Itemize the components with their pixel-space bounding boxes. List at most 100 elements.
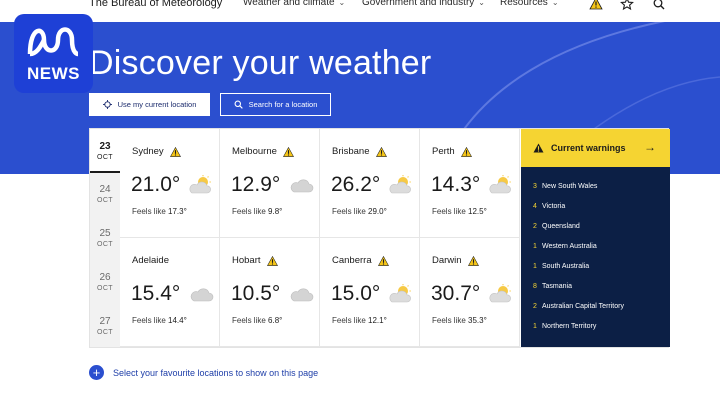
- warning-item[interactable]: 2 Queensland: [533, 223, 580, 230]
- temperature: 30.7°: [431, 282, 481, 305]
- chevron-down-icon: ⌄: [551, 0, 559, 7]
- warning-count: 1: [533, 243, 537, 250]
- warning-item[interactable]: 2 Australian Capital Territory: [533, 303, 624, 310]
- select-favourites-label: Select your favourite locations to show …: [113, 367, 319, 378]
- date-tab[interactable]: 26 OCT: [90, 272, 120, 292]
- warning-item[interactable]: 3 New South Wales: [533, 183, 597, 190]
- city-name-text: Sydney: [132, 146, 164, 157]
- date-tab-active[interactable]: 23 OCT: [90, 129, 120, 173]
- feels-like: Feels like 12.5°: [432, 207, 487, 216]
- feels-like-value: 9.8°: [268, 207, 283, 216]
- date-tab[interactable]: 27 OCT: [90, 316, 120, 336]
- city-name-text: Darwin: [432, 255, 462, 266]
- current-warnings-button[interactable]: Current warnings →: [521, 129, 670, 167]
- nav-weather-and-climate[interactable]: Weather and climate ⌄: [243, 0, 345, 8]
- star-icon[interactable]: [620, 0, 634, 11]
- warning-icon: [169, 146, 181, 157]
- search-location-label: Search for a location: [248, 100, 318, 109]
- select-favourites-link[interactable]: + Select your favourite locations to sho…: [89, 365, 318, 380]
- feels-like-label: Feels like: [432, 316, 466, 325]
- warning-count: 3: [533, 183, 537, 190]
- city-name: Hobart: [232, 255, 278, 266]
- search-location-button[interactable]: Search for a location: [220, 93, 331, 116]
- warning-icon[interactable]: [589, 0, 603, 11]
- feels-like-value: 12.5°: [468, 207, 487, 216]
- warning-item[interactable]: 1 Northern Territory: [533, 323, 596, 330]
- city-name-text: Brisbane: [332, 146, 370, 157]
- warning-count: 1: [533, 323, 537, 330]
- temperature: 15.0°: [331, 282, 381, 305]
- warning-item[interactable]: 8 Tasmania: [533, 283, 572, 290]
- feels-like: Feels like 9.8°: [232, 207, 282, 216]
- feels-like-label: Feels like: [432, 207, 466, 216]
- warning-count: 4: [533, 203, 537, 210]
- date-month: OCT: [97, 241, 113, 248]
- city-card-adelaide[interactable]: Adelaide 15.4° Feels like 14.4°: [120, 238, 220, 347]
- current-warnings-title: Current warnings: [551, 143, 626, 153]
- city-name: Darwin: [432, 255, 479, 266]
- city-card-darwin[interactable]: Darwin 30.7° Feels like 35.3°: [420, 238, 520, 347]
- temperature: 21.0°: [131, 173, 181, 196]
- date-tab[interactable]: 24 OCT: [90, 184, 120, 204]
- date-day: 24: [99, 184, 111, 195]
- news-wordmark: NEWS: [27, 64, 80, 83]
- partly-sunny-icon: [489, 175, 511, 194]
- warning-item[interactable]: 1 Western Australia: [533, 243, 597, 250]
- date-day: 26: [99, 272, 111, 283]
- feels-like-label: Feels like: [332, 316, 366, 325]
- city-card-brisbane[interactable]: Brisbane 26.2° Feels like 29.0°: [320, 129, 420, 238]
- temperature: 12.9°: [231, 173, 281, 196]
- search-icon[interactable]: [652, 0, 666, 11]
- cloud-icon: [290, 179, 314, 193]
- feels-like-value: 35.3°: [468, 316, 487, 325]
- warning-item[interactable]: 4 Victoria: [533, 203, 565, 210]
- feels-like: Feels like 17.3°: [132, 207, 187, 216]
- feels-like-value: 29.0°: [368, 207, 387, 216]
- site-title[interactable]: The Bureau of Meteorology: [89, 0, 222, 9]
- date-tab[interactable]: 25 OCT: [90, 228, 120, 248]
- city-card-hobart[interactable]: Hobart 10.5° Feels like 6.8°: [220, 238, 320, 347]
- warning-state: Australian Capital Territory: [542, 303, 624, 310]
- warning-icon: [460, 146, 472, 157]
- city-card-perth[interactable]: Perth 14.3° Feels like 12.5°: [420, 129, 520, 238]
- use-location-label: Use my current location: [117, 100, 197, 109]
- feels-like-label: Feels like: [232, 207, 266, 216]
- city-name-text: Perth: [432, 146, 455, 157]
- nav-resources[interactable]: Resources ⌄: [500, 0, 559, 8]
- nav-government-and-industry[interactable]: Government and industry ⌄: [362, 0, 485, 8]
- warning-icon: [375, 146, 387, 157]
- feels-like-label: Feels like: [132, 207, 166, 216]
- date-selector: 23 OCT 24 OCT 25 OCT 26 OCT 27 OCT: [90, 129, 120, 347]
- date-month: OCT: [97, 197, 113, 204]
- feels-like-label: Feels like: [332, 207, 366, 216]
- city-name-text: Adelaide: [132, 255, 169, 266]
- city-name-text: Canberra: [332, 255, 372, 266]
- use-current-location-button[interactable]: Use my current location: [89, 93, 210, 116]
- temperature: 14.3°: [431, 173, 481, 196]
- partly-sunny-icon: [189, 175, 211, 194]
- city-name-text: Hobart: [232, 255, 261, 266]
- feels-like-value: 6.8°: [268, 316, 283, 325]
- abc-lissajous-icon: [27, 27, 79, 57]
- chevron-down-icon: ⌄: [338, 0, 346, 7]
- feels-like-label: Feels like: [232, 316, 266, 325]
- warning-icon: [266, 255, 278, 266]
- city-card-melbourne[interactable]: Melbourne 12.9° Feels like 9.8°: [220, 129, 320, 238]
- nav-label: Weather and climate: [243, 0, 335, 8]
- top-nav: The Bureau of Meteorology Weather and cl…: [0, 0, 720, 22]
- warning-item[interactable]: 1 South Australia: [533, 263, 589, 270]
- partly-sunny-icon: [489, 284, 511, 303]
- city-card-sydney[interactable]: Sydney 21.0° Feels like 17.3°: [120, 129, 220, 238]
- feels-like: Feels like 14.4°: [132, 316, 187, 325]
- temperature: 15.4°: [131, 282, 181, 305]
- page-title: Discover your weather: [89, 44, 432, 82]
- city-card-canberra[interactable]: Canberra 15.0° Feels like 12.1°: [320, 238, 420, 347]
- crosshair-icon: [102, 100, 112, 109]
- feels-like: Feels like 12.1°: [332, 316, 387, 325]
- date-month: OCT: [97, 285, 113, 292]
- warning-state: New South Wales: [542, 183, 598, 190]
- date-month: OCT: [97, 154, 113, 161]
- warning-state: Victoria: [542, 203, 566, 210]
- date-day: 25: [99, 228, 111, 239]
- warning-state: Northern Territory: [542, 323, 597, 330]
